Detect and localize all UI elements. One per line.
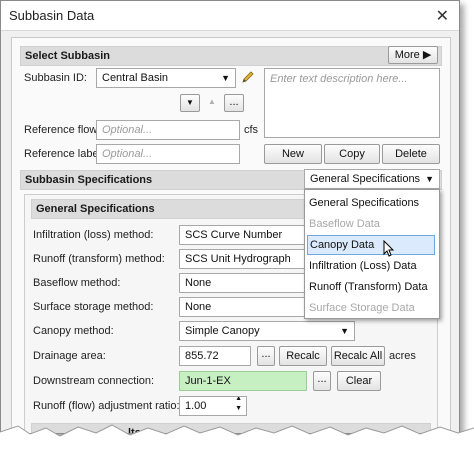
drainage-area-browse-button[interactable]: ... (257, 346, 275, 366)
chevron-down-icon: ▼ (340, 326, 349, 336)
drainage-area-input[interactable]: 855.72 (179, 346, 251, 366)
surface-storage-method-label: Surface storage method: (33, 301, 154, 313)
option-runoff-transform-data[interactable]: Runoff (Transform) Data (307, 277, 435, 297)
pencil-icon[interactable] (240, 69, 256, 85)
subbasin-id-dropdown[interactable]: Central Basin ▼ (96, 68, 236, 88)
runoff-adjustment-value: 1.00 (185, 400, 207, 412)
mouse-cursor-icon (383, 240, 395, 257)
runoff-method-label: Runoff (transform) method: (33, 253, 165, 265)
specifications-dropdown[interactable]: General Specifications ▼ (304, 169, 440, 189)
baseflow-method-value: None (185, 277, 212, 289)
chevron-down-icon: ▼ (221, 73, 230, 83)
delete-button[interactable]: Delete (382, 144, 440, 164)
option-infiltration-loss-data[interactable]: Infiltration (Loss) Data (307, 256, 435, 276)
move-up-button[interactable]: ▲ (202, 94, 222, 112)
select-subbasin-header: Select Subbasin (20, 46, 442, 66)
recalc-button[interactable]: Recalc (279, 346, 327, 366)
baseflow-method-label: Baseflow method: (33, 277, 121, 289)
downstream-browse-button[interactable]: ... (313, 371, 331, 391)
drainage-area-unit: acres (389, 350, 416, 362)
spinner-arrows-icon[interactable]: ▲ ▼ (235, 397, 242, 414)
reference-flow-input[interactable]: Optional... (96, 120, 240, 140)
reference-label-input[interactable]: Optional... (96, 144, 240, 164)
runoff-method-value: SCS Unit Hydrograph (185, 253, 291, 265)
subbasin-data-window: Subbasin Data ✕ Select Subbasin More ▶ S… (0, 0, 460, 434)
canopy-method-dropdown[interactable]: Simple Canopy ▼ (179, 321, 355, 341)
reference-label-label: Reference label: (24, 148, 105, 160)
drainage-area-label: Drainage area: (33, 350, 106, 362)
subbasin-id-label: Subbasin ID: (24, 72, 87, 84)
canopy-method-value: Simple Canopy (185, 325, 260, 337)
more-button[interactable]: More ▶ (388, 46, 438, 64)
copy-button[interactable]: Copy (324, 144, 380, 164)
surface-storage-method-value: None (185, 301, 212, 313)
reference-flow-label: Reference flow: (24, 124, 101, 136)
downstream-connection-label: Downstream connection: (33, 375, 155, 387)
close-icon[interactable]: ✕ (436, 6, 449, 26)
up-arrow-icon: ▲ (208, 97, 216, 106)
infiltration-method-value: SCS Curve Number (185, 229, 283, 241)
specifications-dropdown-value: General Specifications (310, 173, 421, 185)
specifications-dropdown-list: General Specifications Baseflow Data Can… (304, 189, 440, 319)
option-baseflow-data: Baseflow Data (309, 218, 380, 230)
downstream-connection-input[interactable]: Jun-1-EX (179, 371, 307, 391)
browse-button[interactable]: ... (224, 94, 244, 112)
option-surface-storage-data: Surface Storage Data (309, 302, 415, 314)
clear-button[interactable]: Clear (337, 371, 381, 391)
description-textarea[interactable]: Enter text description here... (264, 68, 440, 138)
torn-edge-decoration (0, 424, 474, 458)
runoff-adjustment-spinner[interactable]: 1.00 ▲ ▼ (179, 396, 247, 416)
infiltration-method-label: Infiltration (loss) method: (33, 229, 154, 241)
reference-flow-unit: cfs (244, 124, 259, 136)
down-arrow-icon: ▼ (186, 98, 194, 107)
recalc-all-button[interactable]: Recalc All (331, 346, 385, 366)
canopy-method-label: Canopy method: (33, 325, 114, 337)
runoff-adjustment-label: Runoff (flow) adjustment ratio: (33, 400, 180, 412)
window-title: Subbasin Data (9, 8, 95, 23)
move-down-button[interactable]: ▼ (180, 94, 200, 112)
main-panel: Select Subbasin More ▶ Subbasin ID: Cent… (11, 37, 451, 433)
title-bar[interactable]: Subbasin Data ✕ (1, 1, 459, 31)
subbasin-id-value: Central Basin (102, 72, 169, 84)
chevron-down-icon: ▼ (425, 174, 434, 184)
new-button[interactable]: New (264, 144, 322, 164)
option-general-specifications[interactable]: General Specifications (307, 193, 435, 213)
option-canopy-data[interactable]: Canopy Data (307, 235, 435, 255)
